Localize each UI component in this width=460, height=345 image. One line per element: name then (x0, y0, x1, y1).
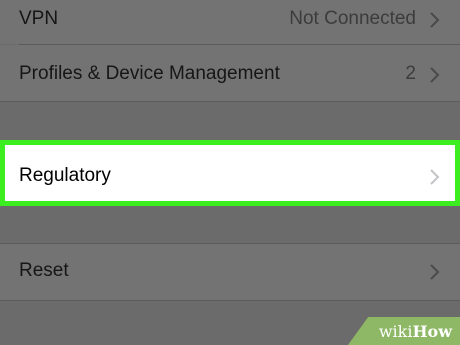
reset-row[interactable]: Reset (0, 244, 460, 300)
chevron-right-icon (427, 65, 443, 85)
vpn-label: VPN (19, 8, 59, 29)
vpn-row[interactable]: VPN Not Connected (0, 0, 460, 44)
regulatory-label: Regulatory (19, 165, 111, 186)
section-separator (0, 101, 460, 102)
section-separator (0, 300, 460, 301)
profiles-count-value: 2 (405, 63, 416, 84)
reset-label: Reset (19, 260, 69, 281)
wikihow-watermark: wikiHow (348, 317, 460, 345)
profiles-device-management-row[interactable]: Profiles & Device Management 2 (0, 45, 460, 101)
chevron-right-icon (427, 10, 443, 30)
chevron-right-icon (427, 167, 443, 187)
regulatory-row[interactable]: Regulatory (0, 140, 460, 206)
chevron-right-icon (427, 262, 443, 282)
vpn-status-value: Not Connected (289, 8, 416, 29)
profiles-label: Profiles & Device Management (19, 63, 280, 84)
watermark-text: wikiHow (378, 322, 452, 341)
